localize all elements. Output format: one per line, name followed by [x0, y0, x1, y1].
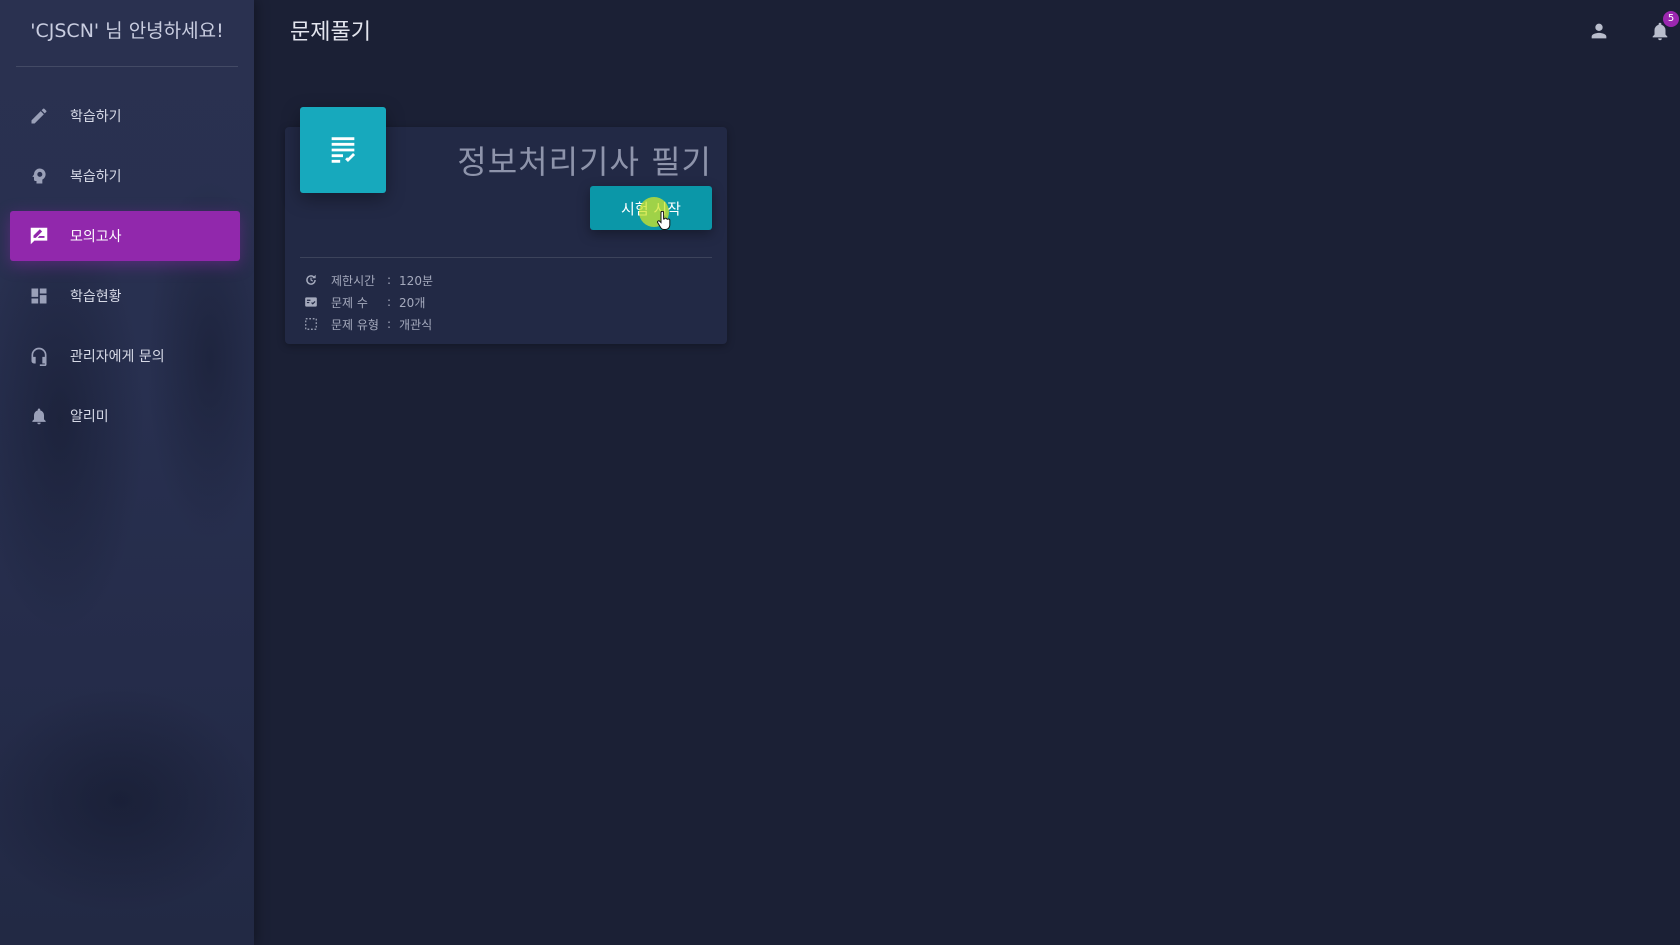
info-value: 120분: [399, 273, 433, 288]
sidebar-item-progress[interactable]: 학습현황: [10, 271, 240, 321]
sidebar-item-label: 관리자에게 문의: [70, 349, 165, 365]
user-greeting: 'CJSCN' 님 안녕하세요!: [16, 0, 238, 67]
sidebar-item-label: 알리미: [70, 409, 109, 425]
sidebar-nav: 학습하기 복습하기 모의고사 학습현황 관리자에게 문의 알리미: [0, 91, 254, 441]
info-label: 제한시간: [331, 273, 376, 288]
sidebar-item-label: 학습하기: [70, 109, 122, 125]
sidebar-item-review[interactable]: 복습하기: [10, 151, 240, 201]
checklist-icon: [303, 294, 319, 310]
sidebar-item-label: 모의고사: [70, 229, 122, 245]
notification-badge: 5: [1663, 11, 1679, 27]
exam-info-time: 제한시간 : 120분: [303, 269, 433, 291]
start-exam-button[interactable]: 시험 시작: [590, 186, 712, 230]
info-value: 개관식: [399, 317, 433, 332]
dashboard-icon: [28, 285, 50, 307]
exam-card: 정보처리기사 필기 시험 시작 제한시간 : 120분 문제 수 : 20개 문…: [285, 107, 727, 344]
timer-icon: [303, 272, 319, 288]
card-divider: [300, 257, 712, 258]
sidebar-item-contact-admin[interactable]: 관리자에게 문의: [10, 331, 240, 381]
sidebar-item-mock-exam[interactable]: 모의고사: [10, 211, 240, 261]
sidebar-item-study[interactable]: 학습하기: [10, 91, 240, 141]
user-profile-button[interactable]: [1586, 18, 1612, 44]
chat-edit-icon: [28, 225, 50, 247]
app-root: 'CJSCN' 님 안녕하세요! 학습하기 복습하기 모의고사 학습현황 관리자…: [0, 0, 1680, 945]
headset-icon: [28, 345, 50, 367]
sidebar-item-label: 학습현황: [70, 289, 122, 305]
notifications-button[interactable]: 5: [1647, 11, 1679, 44]
page-title: 문제풀기: [290, 20, 371, 45]
bell-icon: [28, 405, 50, 427]
select-box-icon: [303, 316, 319, 332]
exam-title: 정보처리기사 필기: [457, 143, 712, 181]
person-icon: [1591, 23, 1607, 39]
sidebar-item-label: 복습하기: [70, 169, 122, 185]
sidebar: 'CJSCN' 님 안녕하세요! 학습하기 복습하기 모의고사 학습현황 관리자…: [0, 0, 254, 945]
exam-info-count: 문제 수 : 20개: [303, 291, 433, 313]
exam-info-type: 문제 유형 : 개관식: [303, 313, 433, 335]
info-label: 문제 수: [331, 295, 368, 310]
sidebar-item-notifications[interactable]: 알리미: [10, 391, 240, 441]
head-gear-icon: [28, 165, 50, 187]
document-check-icon: [300, 107, 386, 193]
info-value: 20개: [399, 295, 426, 310]
pencil-icon: [28, 105, 50, 127]
info-label: 문제 유형: [331, 317, 379, 332]
exam-info-list: 제한시간 : 120분 문제 수 : 20개 문제 유형 : 개관식: [303, 269, 433, 335]
